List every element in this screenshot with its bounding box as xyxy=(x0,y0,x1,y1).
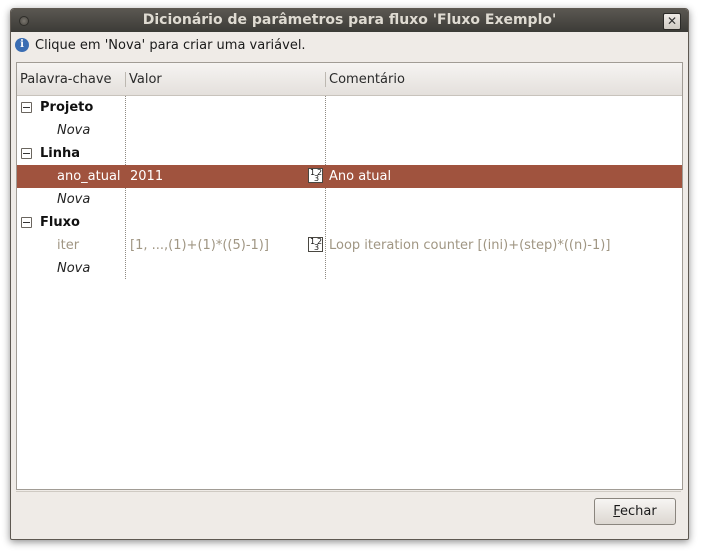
column-header-comment[interactable]: Comentário xyxy=(329,72,405,87)
table-header: Palavra-chave Valor Comentário xyxy=(17,63,682,96)
info-icon: i xyxy=(15,38,29,52)
close-icon: ✕ xyxy=(666,14,678,28)
new-variable-cell[interactable]: Nova xyxy=(57,192,90,207)
new-variable-cell[interactable]: Nova xyxy=(57,261,90,276)
group-label: Linha xyxy=(40,146,81,161)
column-header-value[interactable]: Valor xyxy=(129,72,162,87)
window-title: Dicionário de parâmetros para fluxo 'Flu… xyxy=(142,12,557,28)
new-variable-cell[interactable]: Nova xyxy=(57,123,90,138)
numeric-type-icon: 132 xyxy=(308,237,323,252)
parameters-table: Palavra-chave Valor Comentário Projeto N… xyxy=(16,62,683,490)
comment-cell: Loop iteration counter [(ini)+(step)*((n… xyxy=(329,238,611,253)
comment-cell[interactable]: Ano atual xyxy=(329,169,391,184)
value-cell: [1, ...,(1)+(1)*((5)-1)] xyxy=(130,238,269,253)
group-row-projeto[interactable]: Projeto xyxy=(17,96,682,119)
hint-message: i Clique em 'Nova' para criar uma variáv… xyxy=(15,36,306,54)
table-row-new[interactable]: Nova xyxy=(17,257,682,280)
group-row-fluxo[interactable]: Fluxo xyxy=(17,211,682,234)
group-label: Fluxo xyxy=(40,215,80,230)
column-header-keyword[interactable]: Palavra-chave xyxy=(20,72,112,87)
footer-divider xyxy=(16,491,681,492)
collapse-icon[interactable] xyxy=(21,102,32,113)
collapse-icon[interactable] xyxy=(21,148,32,159)
table-row-selected[interactable]: ano_atual 2011 132 Ano atual xyxy=(17,165,682,188)
keyword-cell[interactable]: ano_atual xyxy=(57,169,121,184)
keyword-cell: iter xyxy=(57,238,80,253)
column-divider[interactable] xyxy=(125,72,126,87)
numeric-type-icon[interactable]: 132 xyxy=(308,168,323,183)
table-row-new[interactable]: Nova xyxy=(17,188,682,211)
value-cell[interactable]: 2011 xyxy=(130,169,163,184)
table-row-new[interactable]: Nova xyxy=(17,119,682,142)
group-row-linha[interactable]: Linha xyxy=(17,142,682,165)
hint-text: Clique em 'Nova' para criar uma variável… xyxy=(35,37,306,53)
column-divider[interactable] xyxy=(325,72,326,87)
close-button[interactable]: Fechar xyxy=(594,498,676,525)
close-button-label: echar xyxy=(620,504,657,519)
table-row-readonly[interactable]: iter [1, ...,(1)+(1)*((5)-1)] 132 Loop i… xyxy=(17,234,682,257)
group-label: Projeto xyxy=(40,100,94,115)
close-button-mnemonic: F xyxy=(613,504,621,519)
close-window-button[interactable]: ✕ xyxy=(663,13,681,30)
title-bar[interactable]: Dicionário de parâmetros para fluxo 'Flu… xyxy=(11,9,688,32)
dialog-window: Dicionário de parâmetros para fluxo 'Flu… xyxy=(10,8,689,540)
collapse-icon[interactable] xyxy=(21,217,32,228)
